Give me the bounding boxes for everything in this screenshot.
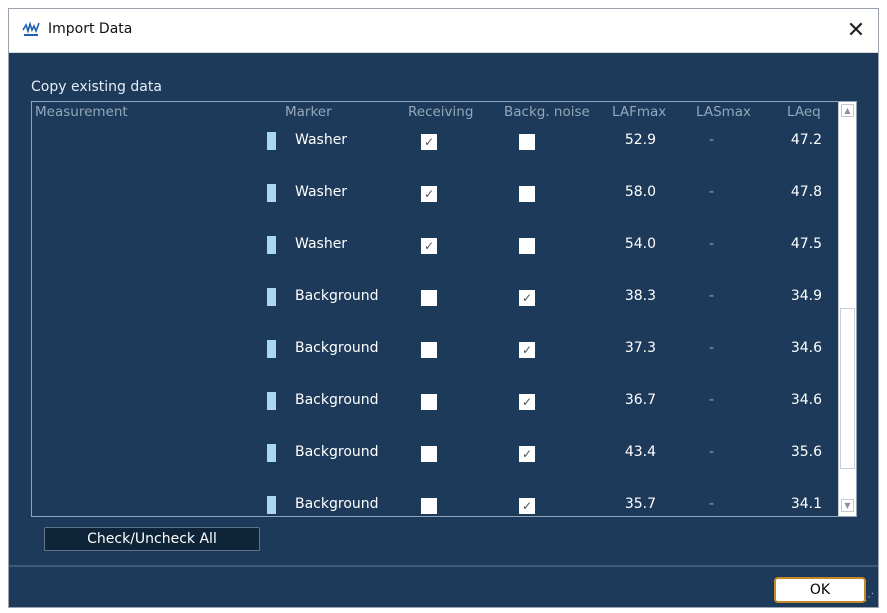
lafmax-value: 54.0 [624,236,656,252]
lafmax-value: 43.4 [624,444,656,460]
table-row[interactable]: Washer ✓ 52.9 - 47.2 [32,124,832,176]
lafmax-value: 36.7 [624,392,656,408]
marker-label: Background [295,444,379,460]
marker-label: Washer [295,184,348,200]
lafmax-value: 58.0 [624,184,656,200]
import-data-dialog: Import Data ✕ Copy existing data Measure… [8,8,879,608]
footer-divider [9,565,878,567]
check-uncheck-all-button[interactable]: Check/Uncheck All [44,527,260,551]
backg-noise-checkbox[interactable] [519,134,535,150]
laeq-value: 35.6 [790,444,822,460]
scroll-thumb[interactable] [840,308,855,469]
backg-noise-checkbox[interactable] [519,238,535,254]
backg-noise-checkbox[interactable] [519,186,535,202]
header-laeq[interactable]: LAeq [787,104,821,120]
group-label: Copy existing data [31,79,162,95]
receiving-checkbox[interactable]: ✓ [421,186,437,202]
backg-noise-checkbox[interactable]: ✓ [519,394,535,410]
lasmax-value: - [709,132,715,148]
table-row[interactable]: Background ✓ 37.3 - 34.6 [32,332,832,384]
laeq-value: 47.2 [790,132,822,148]
resize-grip-icon[interactable]: ⋰ [864,593,876,605]
lafmax-value: 35.7 [624,496,656,512]
backg-noise-checkbox[interactable]: ✓ [519,342,535,358]
header-marker[interactable]: Marker [285,104,332,120]
header-backg-noise[interactable]: Backg. noise [504,104,590,120]
marker-color-swatch [267,288,276,306]
marker-label: Background [295,392,379,408]
marker-color-swatch [267,184,276,202]
laeq-value: 34.6 [790,392,822,408]
window-title: Import Data [48,21,133,37]
lasmax-value: - [709,392,715,408]
receiving-checkbox[interactable] [421,290,437,306]
laeq-value: 47.5 [790,236,822,252]
marker-label: Background [295,288,379,304]
backg-noise-checkbox[interactable]: ✓ [519,498,535,514]
marker-color-swatch [267,392,276,410]
receiving-checkbox[interactable]: ✓ [421,238,437,254]
table-row[interactable]: Background ✓ 38.3 - 34.9 [32,280,832,332]
table-row[interactable]: Washer ✓ 58.0 - 47.8 [32,176,832,228]
lafmax-value: 37.3 [624,340,656,356]
table-row[interactable]: Background ✓ 36.7 - 34.6 [32,384,832,436]
backg-noise-checkbox[interactable]: ✓ [519,446,535,462]
laeq-value: 34.6 [790,340,822,356]
lasmax-value: - [709,184,715,200]
ok-button[interactable]: OK [774,577,866,603]
lasmax-value: - [709,236,715,252]
backg-noise-checkbox[interactable]: ✓ [519,290,535,306]
header-measurement[interactable]: Measurement [35,104,128,120]
title-bar: Import Data ✕ [9,9,878,53]
table-row[interactable]: Background ✓ 43.4 - 35.6 [32,436,832,488]
marker-color-swatch [267,496,276,514]
marker-label: Background [295,340,379,356]
table-row[interactable]: Washer ✓ 54.0 - 47.5 [32,228,832,280]
table-row[interactable]: Background ✓ 35.7 - 34.1 [32,488,832,516]
grid-header: Measurement Marker Receiving Backg. nois… [32,102,832,124]
lasmax-value: - [709,340,715,356]
marker-label: Washer [295,236,348,252]
laeq-value: 47.8 [790,184,822,200]
marker-color-swatch [267,444,276,462]
marker-label: Background [295,496,379,512]
lafmax-value: 38.3 [624,288,656,304]
laeq-value: 34.9 [790,288,822,304]
receiving-checkbox[interactable] [421,446,437,462]
scroll-track[interactable] [840,121,855,308]
vertical-scrollbar[interactable]: ▲ ▼ [838,102,856,516]
app-logo-icon [22,21,40,36]
marker-color-swatch [267,340,276,358]
receiving-checkbox[interactable] [421,498,437,514]
scroll-up-icon[interactable]: ▲ [841,104,854,117]
laeq-value: 34.1 [790,496,822,512]
marker-label: Washer [295,132,348,148]
receiving-checkbox[interactable] [421,394,437,410]
header-lasmax[interactable]: LASmax [696,104,751,120]
data-grid: Measurement Marker Receiving Backg. nois… [31,101,857,517]
lasmax-value: - [709,496,715,512]
receiving-checkbox[interactable] [421,342,437,358]
marker-color-swatch [267,132,276,150]
close-button[interactable]: ✕ [834,9,878,52]
receiving-checkbox[interactable]: ✓ [421,134,437,150]
scroll-down-icon[interactable]: ▼ [841,499,854,512]
header-receiving[interactable]: Receiving [408,104,473,120]
lasmax-value: - [709,444,715,460]
close-icon: ✕ [846,18,866,43]
marker-color-swatch [267,236,276,254]
header-lafmax[interactable]: LAFmax [612,104,666,120]
lafmax-value: 52.9 [624,132,656,148]
grid-rows: Washer ✓ 52.9 - 47.2 Washer ✓ 58.0 - 47.8 Washer ✓ 5… [32,124,832,516]
lasmax-value: - [709,288,715,304]
